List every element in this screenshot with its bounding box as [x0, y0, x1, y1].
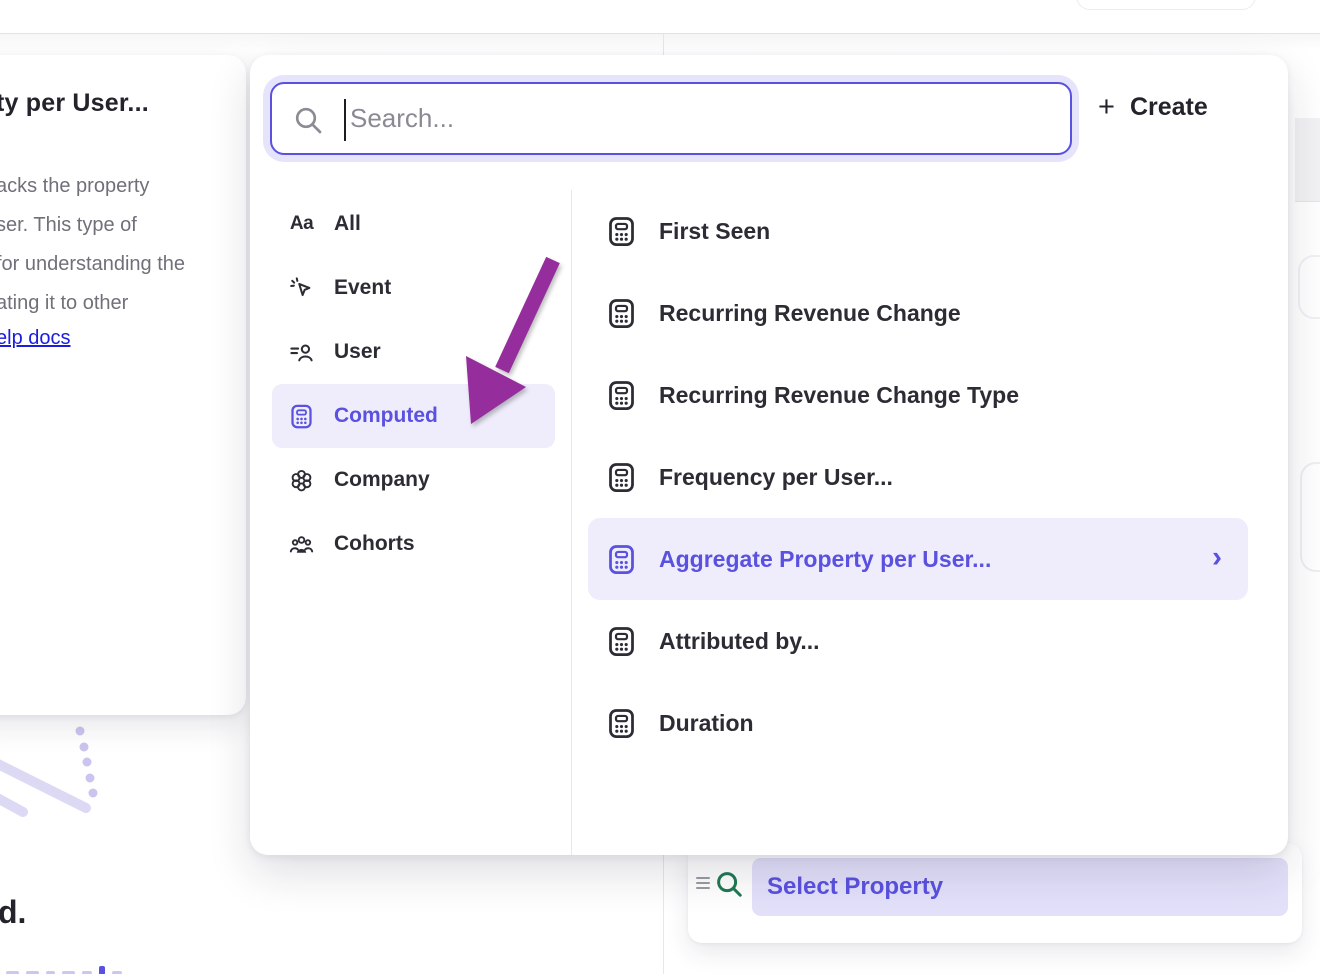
sidebar-item-computed[interactable]: Computed	[272, 384, 555, 448]
sidebar-list-divider	[571, 190, 572, 855]
property-list: First Seen Recurring Revenue Change	[588, 190, 1248, 764]
sidebar-item-label: Cohorts	[334, 532, 415, 556]
event-cursor-icon	[288, 275, 315, 302]
clipped-text-fragment	[6, 966, 122, 974]
sidebar-item-label: Computed	[334, 404, 438, 428]
tooltip-body-line: acks the property	[0, 167, 242, 206]
cohorts-group-icon	[288, 531, 315, 558]
create-button[interactable]: + Create	[1098, 93, 1208, 122]
property-tooltip-card: ty per User... acks the property ser. Th…	[0, 55, 246, 715]
text-caret	[344, 99, 346, 141]
plus-icon: +	[1098, 93, 1115, 122]
clipped-heading-fragment: d.	[0, 894, 26, 931]
tooltip-body-line: ating it to other	[0, 284, 242, 323]
tooltip-title: ty per User...	[0, 89, 236, 118]
property-item-frequency-per-user[interactable]: Frequency per User...	[588, 436, 1248, 518]
sidebar-item-all[interactable]: Aa All	[272, 192, 555, 256]
calculator-icon	[605, 625, 638, 658]
screen: ty per User... acks the property ser. Th…	[0, 0, 1320, 974]
property-item-recurring-revenue-change-type[interactable]: Recurring Revenue Change Type	[588, 354, 1248, 436]
create-button-label: Create	[1130, 93, 1208, 122]
sidebar-item-label: All	[334, 212, 361, 236]
property-label: Recurring Revenue Change	[659, 300, 961, 327]
property-label: Aggregate Property per User...	[659, 546, 991, 573]
property-item-recurring-revenue-change[interactable]: Recurring Revenue Change	[588, 272, 1248, 354]
background-outline-fragment	[1298, 255, 1320, 319]
calculator-icon	[605, 379, 638, 412]
property-picker-modal: + Create Aa All Event	[250, 55, 1288, 855]
property-item-attributed-by[interactable]: Attributed by...	[588, 600, 1248, 682]
sidebar-item-user[interactable]: User	[272, 320, 555, 384]
top-divider-shadow	[0, 34, 1320, 50]
select-property-button[interactable]: Select Property	[752, 858, 1288, 916]
property-label: First Seen	[659, 218, 770, 245]
property-item-first-seen[interactable]: First Seen	[588, 190, 1248, 272]
property-label: Frequency per User...	[659, 464, 893, 491]
help-docs-link[interactable]: elp docs	[0, 327, 71, 350]
property-label: Attributed by...	[659, 628, 820, 655]
drag-handle-icon[interactable]	[696, 874, 712, 892]
decorative-lines-illustration	[0, 718, 110, 828]
calculator-icon	[605, 215, 638, 248]
property-label: Duration	[659, 710, 754, 737]
background-panel-fragment	[1295, 118, 1320, 202]
company-cluster-icon	[288, 467, 315, 494]
sidebar-item-cohorts[interactable]: Cohorts	[272, 512, 555, 576]
sidebar-item-event[interactable]: Event	[272, 256, 555, 320]
category-sidebar: Aa All Event	[272, 192, 555, 576]
sidebar-item-company[interactable]: Company	[272, 448, 555, 512]
search-input[interactable]	[272, 84, 1070, 153]
sidebar-item-label: Event	[334, 276, 391, 300]
search-icon	[714, 869, 744, 899]
tooltip-body: acks the property ser. This type of for …	[0, 167, 242, 323]
sidebar-item-label: Company	[334, 468, 430, 492]
calculator-icon	[605, 543, 638, 576]
text-format-icon: Aa	[288, 211, 315, 238]
search-field	[270, 82, 1072, 155]
background-button-fragment	[1076, 0, 1256, 10]
select-property-card: Select Property	[688, 843, 1302, 943]
calculator-icon	[605, 707, 638, 740]
property-item-duration[interactable]: Duration	[588, 682, 1248, 764]
calculator-icon	[288, 403, 315, 430]
calculator-icon	[605, 461, 638, 494]
property-item-aggregate-property-per-user[interactable]: Aggregate Property per User... ›	[588, 518, 1248, 600]
background-outline-fragment	[1300, 462, 1320, 572]
chevron-right-icon: ›	[1212, 541, 1222, 575]
tooltip-body-line: for understanding the	[0, 245, 242, 284]
user-profile-icon	[288, 339, 315, 366]
property-label: Recurring Revenue Change Type	[659, 382, 1019, 409]
sidebar-item-label: User	[334, 340, 381, 364]
tooltip-body-line: ser. This type of	[0, 206, 242, 245]
calculator-icon	[605, 297, 638, 330]
